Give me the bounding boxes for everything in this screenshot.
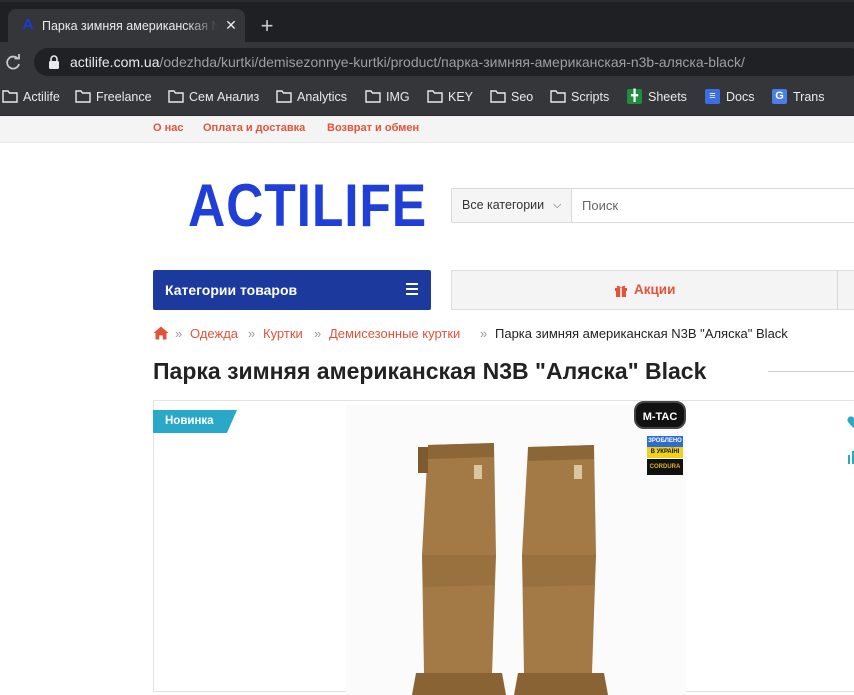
search-bar: Все категории ⌵ <box>451 188 854 223</box>
folder-icon <box>427 90 443 103</box>
bookmark-label: Docs <box>726 90 755 104</box>
folder-icon <box>2 90 18 103</box>
bookmark-label: Freelance <box>96 90 152 104</box>
lock-icon <box>49 55 59 69</box>
breadcrumb-separator: » <box>480 326 488 341</box>
chevron-down-icon: ⌵ <box>553 199 562 211</box>
sheets-icon: ╋ <box>627 89 642 104</box>
breadcrumb-separator: » <box>248 326 256 341</box>
product-gallery: Новинка M-TAC ЗРОБЛЕНО В УКРАЇНІ CORDURA <box>153 400 854 695</box>
cordura-label: CORDURA <box>647 459 683 475</box>
link-about[interactable]: О нас <box>153 121 184 135</box>
breadcrumb-current: Парка зимняя американская N3B "Аляска" B… <box>495 326 788 341</box>
url-host: actilife.com.ua <box>70 54 160 70</box>
title-divider <box>768 371 854 372</box>
bookmark-label: Scripts <box>571 90 610 104</box>
breadcrumb-link[interactable]: Демисезонные куртки <box>329 325 460 343</box>
made-in-label-line2: В УКРАЇНІ <box>650 449 680 455</box>
bookmark-label: Actilife <box>23 90 60 104</box>
breadcrumb-link[interactable]: Одежда <box>190 325 238 343</box>
docs-icon: ≡ <box>705 89 720 104</box>
tab-strip-edge <box>0 0 854 2</box>
reload-icon[interactable] <box>4 54 22 72</box>
product-title: Парка зимняя американская N3B "Аляска" B… <box>153 358 707 384</box>
wishlist-compare-icons[interactable] <box>846 415 854 465</box>
bookmark-label: Sheets <box>648 90 687 104</box>
bookmark-label: Analytics <box>297 90 348 104</box>
bookmark-label: Trans <box>793 90 825 104</box>
promo-divider <box>837 271 838 309</box>
url-path: /odezhda/kurtki/demisezonnye-kurtki/prod… <box>159 54 745 70</box>
bookmark-label: KEY <box>448 90 474 104</box>
browser-tab[interactable]: A Парка зимняя американская N3B "Аляска"… <box>8 9 245 42</box>
folder-icon <box>276 90 292 103</box>
bookmarks-bar: Actilife Freelance Сем Анализ Analytics … <box>0 82 854 116</box>
heart-icon <box>847 416 854 428</box>
categories-menu-button[interactable]: Категории товаров <box>153 270 431 310</box>
compare-icon <box>848 455 850 464</box>
close-icon[interactable]: ✕ <box>222 16 240 34</box>
new-badge-label: Новинка <box>165 415 214 427</box>
search-input[interactable] <box>572 189 854 222</box>
address-bar[interactable]: actilife.com.ua/odezhda/kurtki/demisezon… <box>34 48 854 76</box>
home-icon[interactable] <box>153 326 169 340</box>
new-badge: Новинка <box>153 410 237 433</box>
link-payment-delivery[interactable]: Оплата и доставка <box>203 121 305 135</box>
translate-icon: G <box>772 89 787 104</box>
brand-logo: M-TAC <box>634 401 686 429</box>
browser-toolbar: actilife.com.ua/odezhda/kurtki/demisezon… <box>0 42 854 82</box>
folder-icon <box>490 90 506 103</box>
site-favicon-icon: A <box>22 16 34 33</box>
site-top-links-bar: О нас Оплата и доставка Возврат и обмен <box>0 116 854 143</box>
bookmark-label: Сем Анализ <box>189 90 260 104</box>
categories-menu-label: Категории товаров <box>165 282 298 298</box>
url-text: actilife.com.ua/odezhda/kurtki/demisezon… <box>70 54 745 70</box>
tab-title: Парка зимняя американская N3B "Аляска" B… <box>42 19 218 33</box>
promo-bar: Акции <box>451 270 854 310</box>
browser-tab-strip: A Парка зимняя американская N3B "Аляска"… <box>0 0 854 42</box>
category-select[interactable]: Все категории ⌵ <box>452 189 572 222</box>
site-logo[interactable]: ACTILIFE <box>188 176 426 236</box>
new-tab-icon[interactable]: + <box>256 15 278 37</box>
bookmark-label: Seo <box>511 90 534 104</box>
link-returns[interactable]: Возврат и обмен <box>327 121 419 135</box>
product-image[interactable] <box>346 405 686 695</box>
hamburger-icon <box>406 283 418 295</box>
breadcrumb-separator: » <box>314 326 322 341</box>
gift-icon <box>615 285 627 297</box>
breadcrumb-link[interactable]: Куртки <box>263 325 303 343</box>
breadcrumb-separator: » <box>175 326 183 341</box>
category-select-label: Все категории <box>462 198 545 212</box>
promo-link[interactable]: Акции <box>634 282 675 298</box>
bookmark-label: IMG <box>386 90 410 104</box>
made-in-ukraine-label: ЗРОБЛЕНО В УКРАЇНІ <box>647 436 683 458</box>
made-in-label-line1: ЗРОБЛЕНО <box>648 438 682 444</box>
folder-icon <box>75 90 91 103</box>
folder-icon <box>168 90 184 103</box>
folder-icon <box>550 90 566 103</box>
folder-icon <box>365 90 381 103</box>
